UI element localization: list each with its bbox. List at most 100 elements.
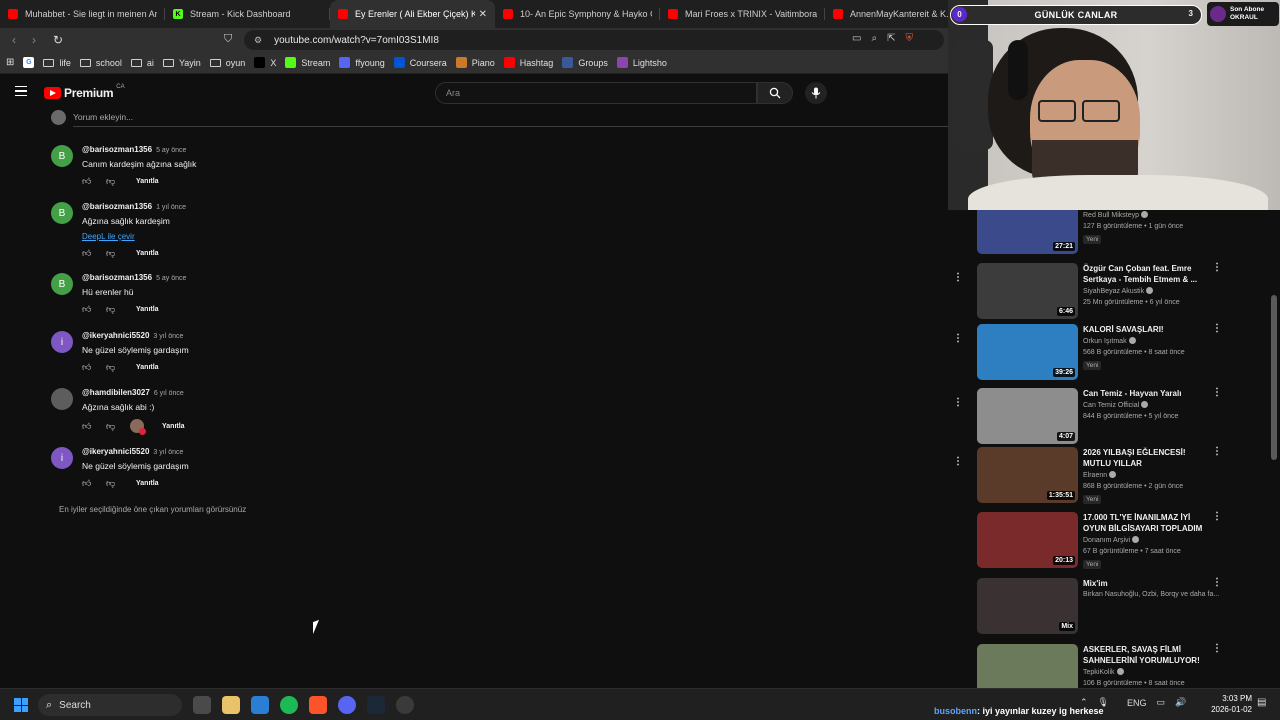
video-title[interactable]: 2026 YILBAŞI EĞLENCESİ! MUTLU YILLAR [1083,447,1203,469]
cast-icon[interactable]: ▭ [852,33,861,44]
bookmark-item[interactable]: X [254,57,276,68]
bookmark-item[interactable]: oyun [209,58,245,68]
channel-name[interactable]: SiyahBeyaz Akustik [1083,287,1154,295]
comment-time[interactable]: 1 yıl önce [156,204,186,211]
channel-name[interactable]: Orkun Işıtmak [1083,337,1136,345]
video-thumbnail[interactable]: 6:46 [977,263,1078,319]
like-icon[interactable]: 👍︎ [82,421,94,431]
bookmark-item[interactable]: Groups [562,57,608,68]
spotify-icon[interactable] [280,696,298,714]
browser-tab[interactable]: 10- An Epic Symphony & Hayko Cep [495,0,660,28]
forward-icon[interactable]: › [24,33,44,47]
bookmark-item[interactable]: Stream [285,57,330,68]
back-icon[interactable]: ‹ [4,33,24,47]
reply-button[interactable]: Yanıtla [136,250,159,257]
avatar[interactable]: i [51,447,73,469]
brave-browser-icon[interactable] [309,696,327,714]
channel-name[interactable]: Birkan Nasuhoğlu, Ozbi, Borqy ve daha fa… [1083,591,1219,598]
reply-button[interactable]: Yanıtla [136,480,159,487]
scrollbar[interactable] [1271,295,1277,460]
browser-tab[interactable]: Ey Erenler ( Ali Ekber Çiçek) K ✕ [330,0,495,28]
avatar[interactable]: i [51,331,73,353]
reply-button[interactable]: Yanıtla [136,178,159,185]
notification-icon[interactable]: ▤ [1257,697,1266,708]
like-icon[interactable]: 👍︎ [82,176,94,186]
youtube-logo[interactable]: Premium CA [44,84,125,100]
more-options-icon[interactable]: ⋮ [953,273,963,283]
bookmark-item[interactable]: ffyoung [339,57,385,68]
more-options-icon[interactable]: ⋮ [1212,578,1222,588]
task-view-icon[interactable] [193,696,211,714]
video-title[interactable]: Mix'im [1083,578,1203,589]
dislike-icon[interactable]: 👎︎ [106,304,118,314]
url-field[interactable]: ⚙ youtube.com/watch?v=7omI03S1MI8 [244,30,944,50]
avatar[interactable]: B [51,202,73,224]
bookmark-item[interactable]: school [79,58,122,68]
google-bookmark[interactable]: G [23,57,35,68]
more-options-icon[interactable]: ⋮ [953,334,963,344]
like-icon[interactable]: 👍︎ [82,362,94,372]
comment-author[interactable]: @barisozman1356 [82,273,152,282]
bookmark-item[interactable]: Lightsho [616,57,667,68]
brave-shield-icon[interactable]: ⛨ [905,33,913,44]
comment-time[interactable]: 3 yıl önce [153,333,183,340]
volume-icon[interactable]: 🔊 [1175,697,1186,708]
photos-icon[interactable] [251,696,269,714]
dislike-icon[interactable]: 👎︎ [106,248,118,258]
like-icon[interactable]: 👍︎ [82,478,94,488]
like-icon[interactable]: 👍︎ [82,248,94,258]
system-clock[interactable]: 3:03 PM 2026-01-02 [1208,693,1252,715]
dislike-icon[interactable]: 👎︎ [106,362,118,372]
reload-icon[interactable]: ↻ [48,33,68,47]
comment-author[interactable]: @barisozman1356 [82,202,152,211]
channel-name[interactable]: Donanım Arşivi [1083,536,1140,544]
avatar[interactable]: B [51,273,73,295]
more-options-icon[interactable]: ⋮ [1212,263,1222,273]
video-title[interactable]: ASKERLER, SAVAŞ FİLMİ SAHNELERİNİ YORUML… [1083,644,1203,666]
reply-button[interactable]: Yanıtla [162,423,185,430]
dislike-icon[interactable]: 👎︎ [106,478,118,488]
language-indicator[interactable]: ENG [1127,698,1147,708]
video-thumbnail[interactable]: 27:21 [977,210,1078,254]
share-icon[interactable]: ⇱ [887,33,895,44]
search-input[interactable]: Ara [435,82,757,104]
apps-grid-icon[interactable]: ⊞ [6,57,14,68]
bookmark-item[interactable]: Coursera [393,57,447,68]
video-title[interactable]: Özgür Can Çoban feat. Emre Sertkaya - Te… [1083,263,1203,285]
close-tab-icon[interactable]: ✕ [479,9,487,20]
search-button[interactable] [757,82,793,104]
video-title[interactable]: 17.000 TL'YE İNANILMAZ İYİ OYUN BİLGİSAY… [1083,512,1203,534]
video-title[interactable]: Can Temiz - Hayvan Yaralı [1083,388,1203,399]
reply-button[interactable]: Yanıtla [136,364,159,371]
translate-link[interactable]: DeepL ile çevir [82,232,135,241]
more-options-icon[interactable]: ⋮ [1212,447,1222,457]
video-thumbnail[interactable]: 39:26 [977,324,1078,380]
bookmark-item[interactable]: Piano [455,57,495,68]
mic-icon[interactable]: 🎙 [1098,697,1109,708]
menu-icon[interactable] [15,86,27,96]
channel-name[interactable]: Red Bull Miksteyp [1083,211,1149,219]
video-thumbnail[interactable] [977,644,1078,690]
browser-tab[interactable]: Mari Froes x TRINIX - Vaitimbora (Of [660,0,825,28]
discord-icon[interactable] [338,696,356,714]
channel-name[interactable]: Elraenn [1083,471,1117,479]
comment-author[interactable]: @barisozman1356 [82,145,152,154]
more-options-icon[interactable]: ⋮ [953,398,963,408]
bookmark-item[interactable]: Hashtag [503,57,553,68]
comment-author[interactable]: @ikeryahnici5520 [82,447,149,456]
more-options-icon[interactable]: ⋮ [1212,512,1222,522]
channel-name[interactable]: Can Temiz Official [1083,401,1149,409]
channel-name[interactable]: TepkiKolik [1083,668,1124,676]
more-options-icon[interactable]: ⋮ [1212,388,1222,398]
obs-icon[interactable] [396,696,414,714]
browser-tab[interactable]: K Stream - Kick Dashboard [165,0,330,28]
site-info-icon[interactable]: ⚙ [254,35,262,46]
zoom-icon[interactable]: ⌕ [871,33,877,44]
reply-button[interactable]: Yanıtla [136,306,159,313]
video-thumbnail[interactable]: 20:13 [977,512,1078,568]
bookmark-item[interactable]: ai [130,58,154,68]
comment-time[interactable]: 3 yıl önce [153,449,183,456]
more-options-icon[interactable]: ⋮ [953,457,963,467]
comment-author[interactable]: @hamdibilen3027 [82,388,150,397]
browser-tab[interactable]: Muhabbet - Sie liegt in meinen Arme [0,0,165,28]
